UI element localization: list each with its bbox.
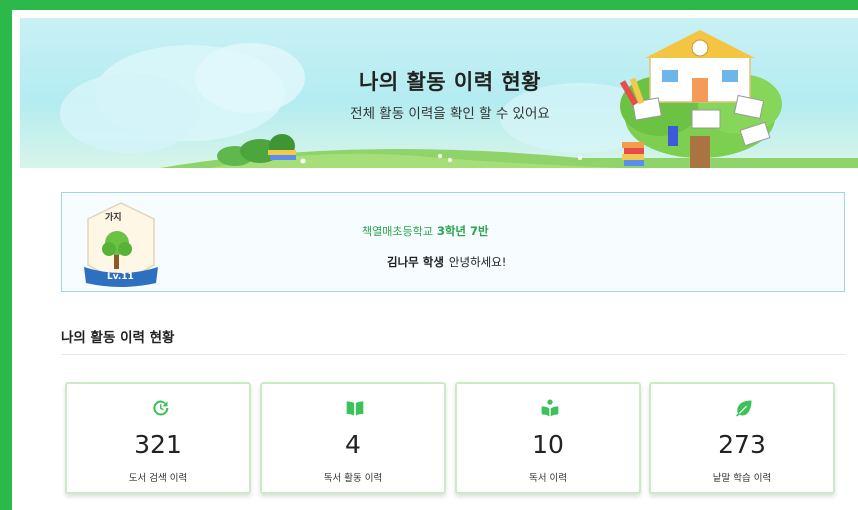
reader-icon <box>541 399 559 417</box>
stat-count: 273 <box>718 430 766 459</box>
school-name: 책열매초등학교 <box>362 225 433 238</box>
stat-card-search-history[interactable]: 321 도서 검색 이력 <box>65 382 251 494</box>
page-title: 나의 활동 이력 현황 <box>359 70 541 94</box>
stat-label: 낱말 학습 이력 <box>712 473 772 484</box>
page-subtitle: 전체 활동 이력을 확인 할 수 있어요 <box>350 106 550 122</box>
history-icon <box>153 400 169 416</box>
section-divider <box>61 354 845 355</box>
hero-banner: 나의 활동 이력 현황 전체 활동 이력을 확인 할 수 있어요 <box>20 18 858 168</box>
greeting: 김나무 학생 안녕하세요! <box>387 254 506 270</box>
stat-count: 10 <box>532 430 564 459</box>
badge-level-name: 가지 <box>105 213 122 223</box>
page-frame: 나의 활동 이력 현황 전체 활동 이력을 확인 할 수 있어요 가지 Lv.1… <box>12 10 858 510</box>
student-name: 김나무 학생 <box>387 255 444 269</box>
stat-label: 도서 검색 이력 <box>128 473 188 484</box>
stat-card-reading-history[interactable]: 10 독서 이력 <box>455 382 641 494</box>
stat-count: 4 <box>345 430 361 459</box>
greeting-text: 안녕하세요! <box>448 255 507 269</box>
book-open-icon <box>346 401 364 416</box>
section-title: 나의 활동 이력 현황 <box>61 330 175 346</box>
badge-level: Lv.11 <box>107 272 134 282</box>
stat-label: 독서 이력 <box>529 473 567 484</box>
grade-class: 3학년 7반 <box>436 224 489 238</box>
stat-label: 독서 활동 이력 <box>323 473 383 484</box>
stat-count: 321 <box>134 430 182 459</box>
stat-card-reading-activity[interactable]: 4 독서 활동 이력 <box>260 382 446 494</box>
leaf-icon <box>736 400 752 417</box>
stat-card-vocabulary[interactable]: 273 낱말 학습 이력 <box>649 382 835 494</box>
school-info: 책열매초등학교 3학년 7반 <box>362 223 489 239</box>
profile-card: 가지 Lv.11 책열매초등학교 3학년 7반 김나무 학생 안녕하세요! <box>61 192 845 292</box>
